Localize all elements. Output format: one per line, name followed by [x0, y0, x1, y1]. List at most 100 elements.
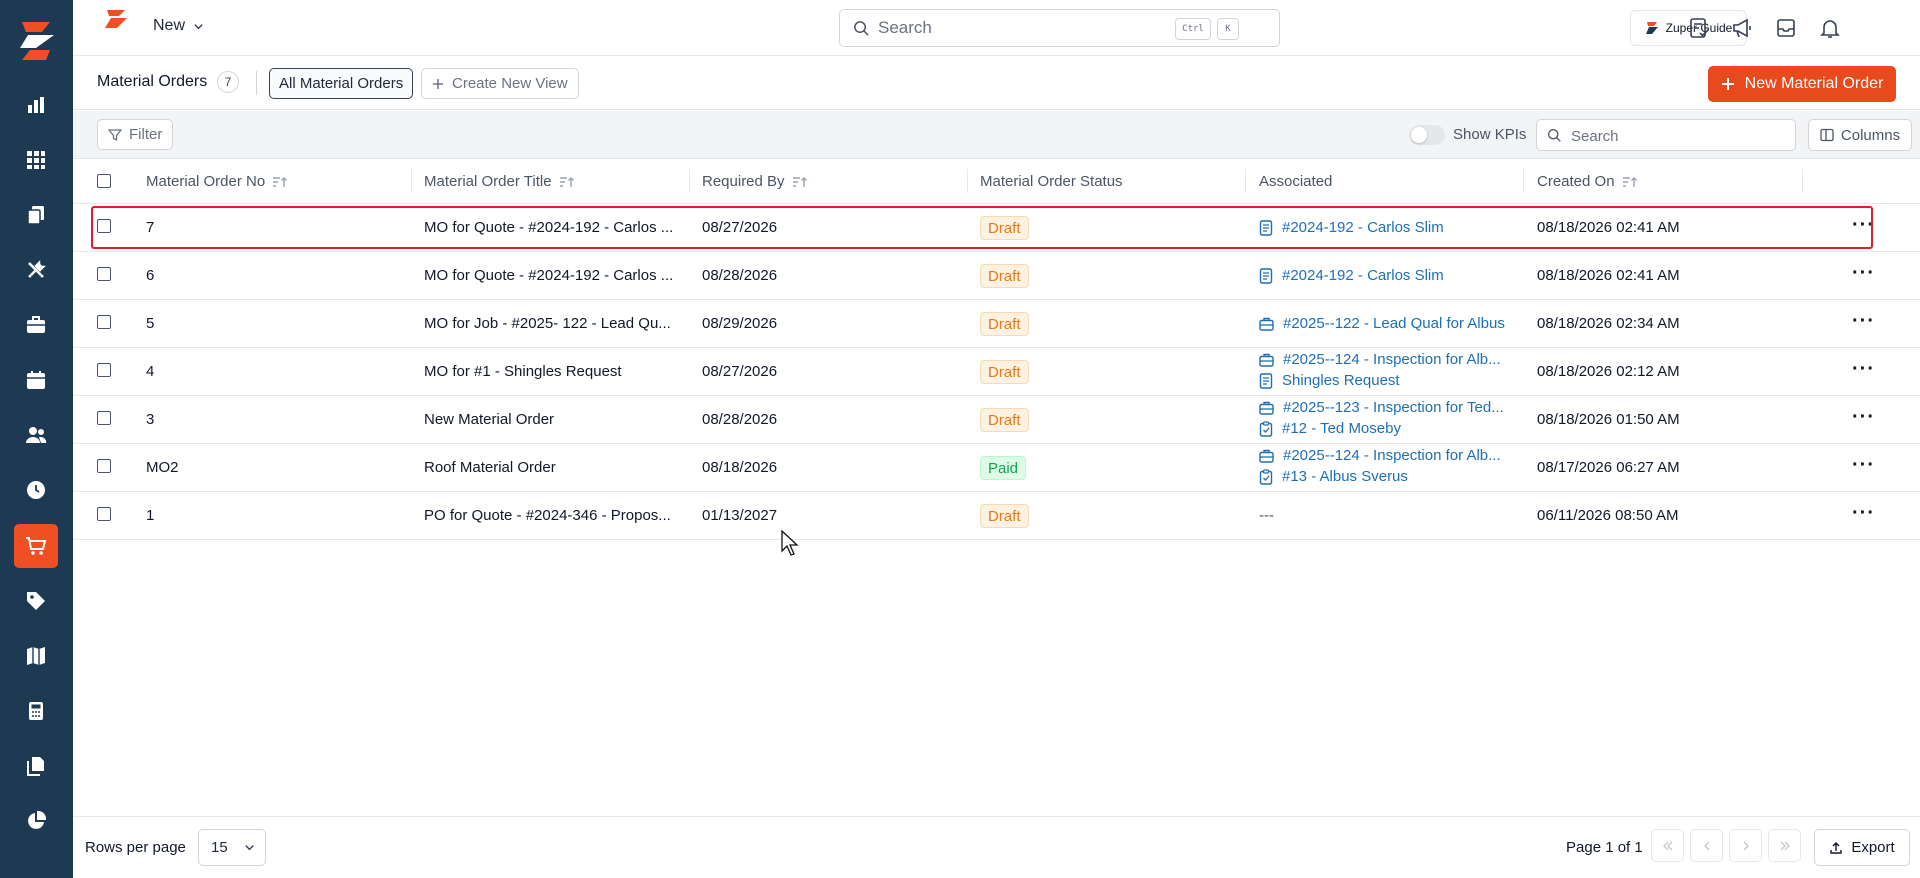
row-checkbox[interactable]: [97, 363, 111, 377]
record-count-badge: 7: [217, 71, 239, 93]
rows-per-page-select[interactable]: 15: [198, 829, 266, 866]
sidebar-item-clock[interactable]: [14, 468, 58, 512]
sidebar-item-grid[interactable]: [14, 138, 58, 182]
row-checkbox[interactable]: [97, 507, 111, 521]
order-number-cell: 4: [146, 363, 155, 380]
sidebar-item-calculator[interactable]: [14, 689, 58, 733]
row-actions-menu-icon[interactable]: ···: [1852, 214, 1875, 237]
document-copy-icon: [25, 204, 47, 226]
show-kpis-toggle[interactable]: [1409, 125, 1445, 145]
sidebar-item-document-copy[interactable]: [14, 193, 58, 237]
clock-icon: [25, 479, 47, 501]
table-row[interactable]: 7 MO for Quote - #2024-192 - Carlos ... 08…: [73, 204, 1920, 252]
filter-button[interactable]: Filter: [97, 119, 174, 150]
sidebar-item-tag[interactable]: [14, 579, 58, 623]
table-row[interactable]: 5 MO for Job - #2025- 122 - Lead Qu... 08/…: [73, 300, 1920, 348]
order-number-cell: 7: [146, 219, 155, 236]
sidebar-item-pie-chart[interactable]: [14, 799, 58, 843]
grid-icon: [25, 149, 47, 171]
row-checkbox[interactable]: [97, 459, 111, 473]
column-divider: [1802, 169, 1803, 193]
shortcut-ctrl-key: Ctrl: [1175, 18, 1211, 40]
table-row[interactable]: 1 PO for Quote - #2024-346 - Propos... 01/…: [73, 492, 1920, 540]
table-search-input[interactable]: [1571, 125, 1771, 147]
associated-link[interactable]: #2025--124 - Inspection for Alb...: [1259, 351, 1501, 368]
sidebar-item-bar-chart[interactable]: [14, 83, 58, 127]
create-new-view-button[interactable]: Create New View: [421, 68, 579, 99]
order-number-cell: MO2: [146, 459, 179, 476]
associated-link[interactable]: #2025--122 - Lead Qual for Albus: [1259, 315, 1505, 332]
associated-link[interactable]: #12 - Ted Moseby: [1259, 420, 1504, 437]
view-tab-all-material-orders[interactable]: All Material Orders: [269, 68, 414, 99]
row-actions-menu-icon[interactable]: ···: [1852, 358, 1875, 381]
column-header-required-by-label: Required By: [702, 173, 785, 190]
associated-link-label: #2025--124 - Inspection for Alb...: [1283, 447, 1501, 464]
pie-chart-icon: [25, 810, 47, 832]
row-actions-menu-icon[interactable]: ···: [1852, 502, 1875, 525]
page-info: Page 1 of 1: [1566, 839, 1643, 856]
megaphone-icon[interactable]: [1730, 16, 1754, 40]
table-body: 7 MO for Quote - #2024-192 - Carlos ... 08…: [73, 204, 1920, 540]
row-actions-menu-icon[interactable]: ···: [1852, 454, 1875, 477]
column-header-title[interactable]: Material Order Title: [424, 173, 575, 190]
required-by-cell: 08/29/2026: [702, 315, 778, 332]
associated-link[interactable]: #2024-192 - Carlos Slim: [1259, 267, 1444, 284]
row-checkbox[interactable]: [97, 411, 111, 425]
row-checkbox[interactable]: [97, 219, 111, 233]
zuper-logo-icon[interactable]: [16, 18, 56, 62]
column-header-created-on[interactable]: Created On: [1537, 173, 1638, 190]
table-row[interactable]: 4 MO for #1 - Shingles Request 08/27/2026 D…: [73, 348, 1920, 396]
prev-page-button[interactable]: [1690, 829, 1723, 862]
row-actions-menu-icon[interactable]: ···: [1852, 310, 1875, 333]
sidebar-item-users[interactable]: [14, 413, 58, 457]
column-header-required-by[interactable]: Required By: [702, 173, 808, 190]
sidebar-item-files[interactable]: [14, 744, 58, 788]
column-header-status[interactable]: Material Order Status: [980, 173, 1123, 190]
filter-icon: [108, 128, 122, 141]
table-row[interactable]: 6 MO for Quote - #2024-192 - Carlos ... 08…: [73, 252, 1920, 300]
bell-icon[interactable]: [1818, 16, 1842, 40]
table-row[interactable]: MO2 Roof Material Order 08/18/2026 Paid #202…: [73, 444, 1920, 492]
sidebar-item-briefcase[interactable]: [14, 303, 58, 347]
row-checkbox[interactable]: [97, 315, 111, 329]
search-icon: [854, 21, 869, 36]
inbox-icon[interactable]: [1774, 16, 1798, 40]
zuper-guide-logo-icon: [1645, 22, 1658, 34]
last-page-button[interactable]: [1768, 829, 1801, 862]
sidebar-item-cart[interactable]: [14, 524, 58, 568]
row-checkbox[interactable]: [97, 267, 111, 281]
order-number-cell: 5: [146, 315, 155, 332]
new-menu-dropdown[interactable]: New: [153, 17, 204, 35]
new-material-order-button[interactable]: New Material Order: [1708, 66, 1896, 102]
row-actions-menu-icon[interactable]: ···: [1852, 406, 1875, 429]
table-row[interactable]: 3 New Material Order 08/28/2026 Draft #2025-…: [73, 396, 1920, 444]
tasks-icon[interactable]: [1687, 16, 1711, 40]
associated-link[interactable]: #2025--124 - Inspection for Alb...: [1259, 447, 1501, 464]
order-title-cell: Roof Material Order: [424, 459, 556, 476]
select-all-checkbox[interactable]: [97, 174, 111, 188]
export-button[interactable]: Export: [1814, 829, 1910, 866]
table-search[interactable]: [1536, 119, 1796, 151]
associated-link[interactable]: #2024-192 - Carlos Slim: [1259, 219, 1444, 236]
associated-link[interactable]: #13 - Albus Sverus: [1259, 468, 1501, 485]
upload-icon: [1830, 841, 1843, 854]
columns-button[interactable]: Columns: [1808, 119, 1912, 151]
sidebar-item-tools[interactable]: [14, 248, 58, 292]
sidebar-item-map[interactable]: [14, 634, 58, 678]
zuper-mark-icon[interactable]: [103, 8, 129, 30]
cart-icon: [25, 535, 47, 557]
shortcut-k-key: K: [1217, 18, 1239, 40]
sidebar-item-calendar[interactable]: [14, 358, 58, 402]
required-by-cell: 08/18/2026: [702, 459, 778, 476]
rows-per-page-label: Rows per page: [85, 839, 186, 856]
associated-link[interactable]: #2025--123 - Inspection for Ted...: [1259, 399, 1504, 416]
column-header-associated[interactable]: Associated: [1259, 173, 1332, 190]
first-page-button[interactable]: [1651, 829, 1684, 862]
associated-link[interactable]: Shingles Request: [1259, 372, 1501, 389]
global-search[interactable]: Ctrl K: [839, 9, 1280, 47]
export-label: Export: [1851, 839, 1895, 856]
column-header-no[interactable]: Material Order No: [146, 173, 288, 190]
next-page-button[interactable]: [1729, 829, 1762, 862]
row-actions-menu-icon[interactable]: ···: [1852, 262, 1875, 285]
global-search-input[interactable]: [878, 16, 1178, 40]
